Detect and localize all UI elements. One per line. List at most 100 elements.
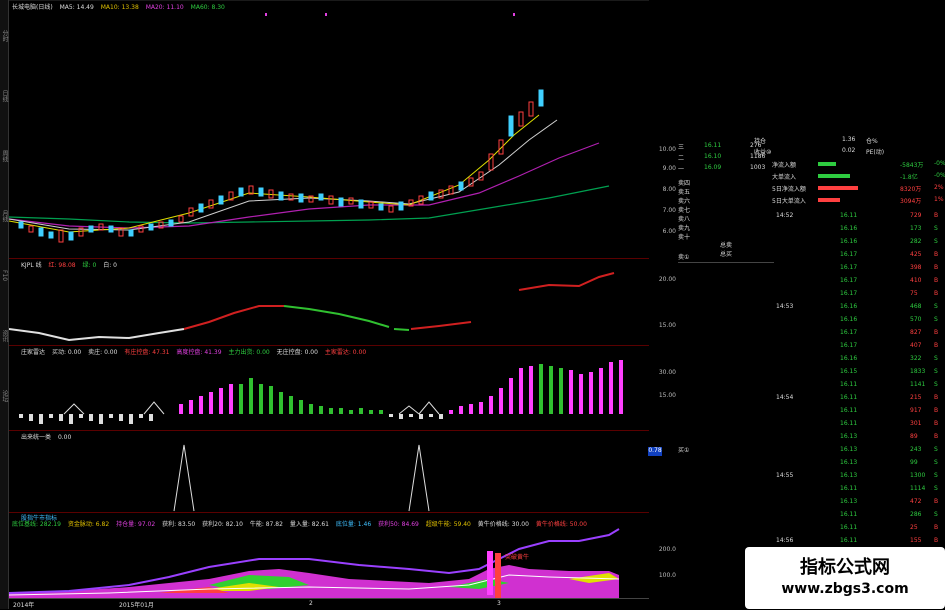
radar-bar [509, 378, 513, 414]
kjpl-chart[interactable] [9, 259, 649, 346]
side-tab[interactable]: 月线 [0, 210, 8, 222]
tick-vol: 243 [910, 446, 922, 453]
flow-value: -1.8亿 [900, 174, 918, 181]
radar-bar [339, 408, 343, 414]
order-book-label: 一 [678, 166, 685, 173]
tick-vol: 1114 [910, 485, 926, 492]
ma10-line [9, 119, 558, 231]
radar-bar [409, 414, 413, 417]
tick-price: 16.13 [840, 446, 858, 453]
radar-bar [359, 408, 363, 414]
quote-header-value: 1.36 [842, 136, 856, 143]
tick-price: 16.11 [840, 394, 858, 401]
radar-bar [189, 400, 193, 414]
candle [48, 231, 54, 239]
side-tab[interactable]: 分时 [0, 30, 8, 42]
side-tab[interactable]: 日线 [0, 90, 8, 102]
tick-vol: 75 [910, 290, 918, 297]
radar-bar [479, 402, 483, 414]
candle [508, 115, 514, 137]
tick-vol: 1141 [910, 381, 926, 388]
candle [538, 89, 544, 107]
candle [528, 101, 534, 117]
tick-side: S [934, 446, 938, 453]
tick-vol: 827 [910, 329, 922, 336]
tick-side: B [934, 433, 939, 440]
tick-side: S [934, 355, 938, 362]
radar-bar [429, 414, 433, 417]
radar-bar [139, 414, 143, 418]
quote-box: 持仓 1.36 仓% 收益⑩ 0.02 PE(动) 净流入额 -5843万 -0% 大… [754, 136, 945, 214]
radar-bars[interactable] [9, 346, 649, 431]
radar-bar [349, 410, 353, 414]
side-tab[interactable]: 资讯 [0, 330, 8, 342]
y-tick: 15.00 [658, 392, 676, 399]
candle [28, 225, 34, 233]
radar-bar [499, 388, 503, 414]
flow-value: -5843万 [900, 162, 924, 169]
tick-time: 14:54 [776, 394, 794, 401]
radar-bar [19, 414, 23, 418]
y-tick: 30.00 [658, 369, 676, 376]
tick-side: S [934, 368, 938, 375]
y-tick: 20.00 [658, 276, 676, 283]
tick-side: B [934, 264, 939, 271]
signal-axis-value: 0.78 [648, 447, 662, 456]
y-tick: 8.00 [662, 186, 676, 193]
tick-side: B [934, 394, 939, 401]
candle [458, 181, 464, 191]
radar-panel: 庄家雷达 买动: 0.00 卖庄: 0.00 有庄控盘: 47.31 高度控盘:… [9, 345, 649, 431]
radar-bar [299, 400, 303, 414]
tick-vol: 25 [910, 524, 918, 531]
candle [238, 187, 244, 197]
tick-vol: 1833 [910, 368, 926, 375]
bull-chart[interactable] [9, 513, 649, 599]
tick-vol: 1300 [910, 472, 926, 479]
sell-one-label: 卖① [678, 254, 690, 261]
tick-side: B [934, 420, 939, 427]
order-book-divider [678, 262, 774, 263]
tick-side: B [934, 329, 939, 336]
y-tick: 10.00 [658, 146, 676, 153]
total-sell-label: 总卖 [720, 242, 733, 249]
tick-price: 16.17 [840, 329, 858, 336]
tick-side: S [934, 238, 938, 245]
buy-one-label: 买① [678, 447, 690, 454]
tick-price: 16.13 [840, 498, 858, 505]
radar-bar [379, 410, 383, 414]
flow-label: 大单流入 [772, 174, 797, 181]
tick-price: 16.17 [840, 251, 858, 258]
candle [58, 229, 64, 243]
radar-bar [599, 368, 603, 414]
y-tick: 200.0 [658, 546, 676, 553]
quote-header-unit: 仓% [866, 138, 878, 145]
radar-bar [199, 396, 203, 414]
order-book-side-label: 卖十 [678, 234, 691, 241]
radar-bar [559, 368, 563, 414]
radar-bar [329, 408, 333, 414]
flow-label: 5日大单流入 [772, 198, 806, 205]
tick-list[interactable]: 14:52 16.11 729 B 16.16 173 S 16.16 282 S 16.17 425… [774, 212, 945, 552]
radar-bar [549, 366, 553, 414]
flow-label: 5日净流入额 [772, 186, 806, 193]
flow-pct: -0% [934, 160, 945, 167]
tick-side: B [934, 290, 939, 297]
candle [298, 193, 304, 203]
candle [88, 225, 94, 233]
candle [258, 187, 264, 197]
side-tab[interactable]: 周线 [0, 150, 8, 162]
signal-chart[interactable] [9, 431, 649, 513]
radar-bar [29, 414, 33, 421]
flow-value: 3094万 [900, 198, 922, 205]
candlestick-chart[interactable] [9, 0, 649, 258]
candle [108, 225, 114, 233]
tick-side: B [934, 251, 939, 258]
bull-y-axis: 200.0 100.0 [650, 512, 678, 598]
candles [18, 89, 544, 243]
side-tab[interactable]: F10 [0, 270, 8, 281]
ma5-line [9, 114, 540, 233]
radar-bar [319, 406, 323, 414]
side-tab[interactable]: 论坛 [0, 390, 8, 402]
radar-bar [449, 410, 453, 414]
tick-time: 14:53 [776, 303, 794, 310]
